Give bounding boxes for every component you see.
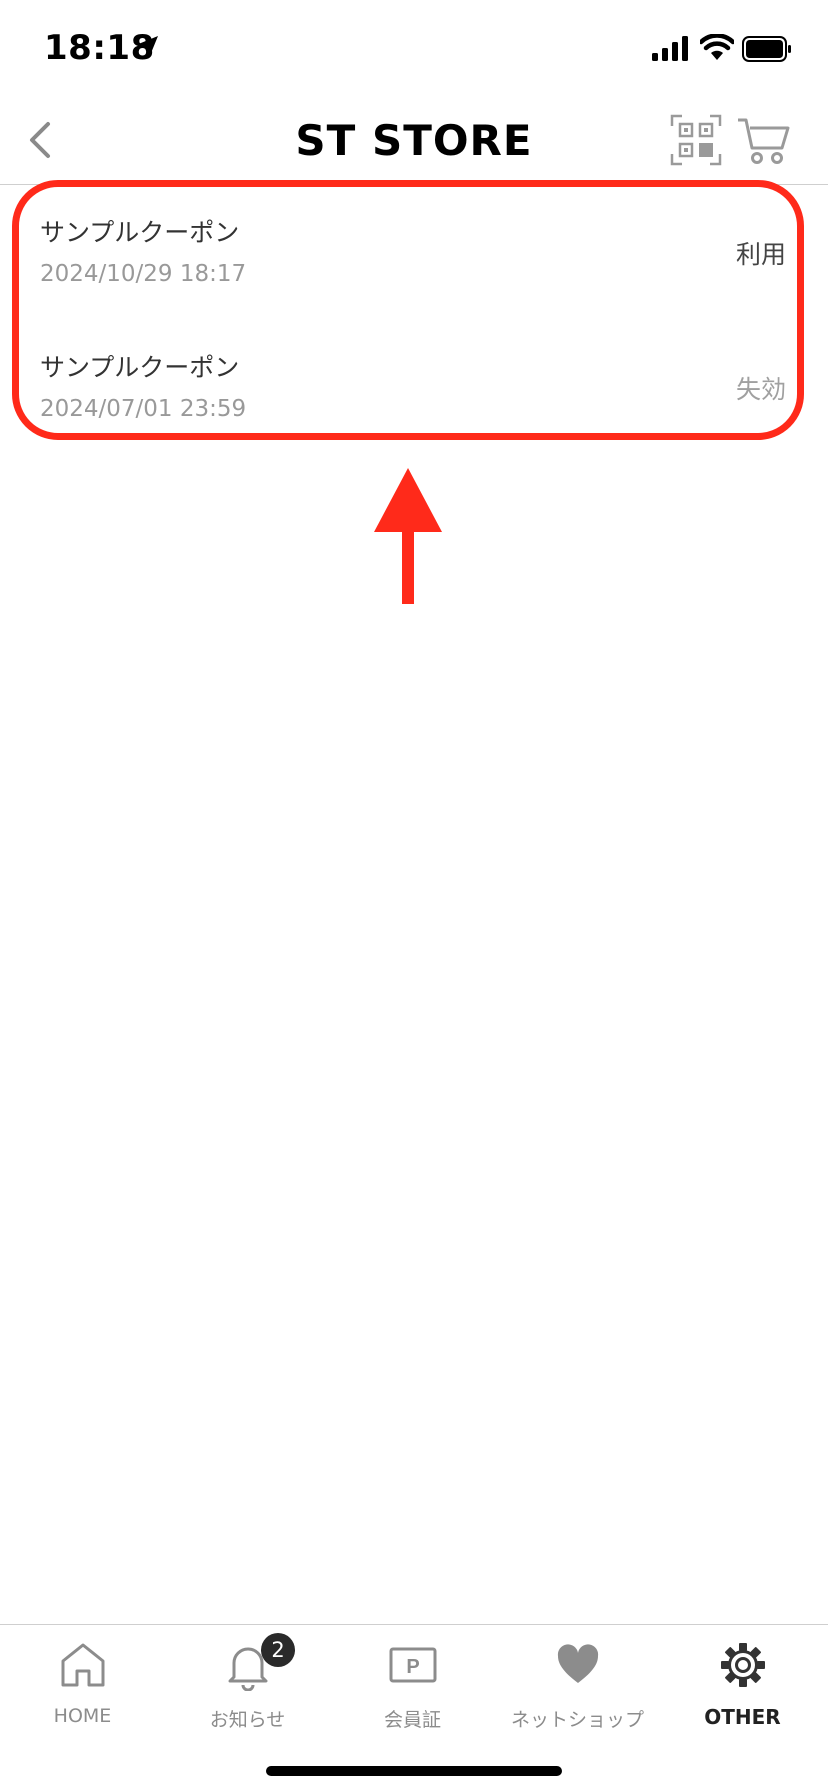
home-indicator — [266, 1766, 562, 1776]
tab-label: HOME — [53, 1705, 112, 1727]
cellular-signal-icon — [652, 36, 688, 61]
tab-member-card[interactable]: P 会員証 — [330, 1625, 495, 1745]
navigation-header: ST STORE — [0, 100, 828, 185]
gear-icon — [720, 1643, 765, 1687]
tab-news[interactable]: 2 お知らせ — [165, 1625, 330, 1745]
member-card-icon: P — [389, 1647, 436, 1683]
location-arrow-icon — [136, 36, 158, 58]
qr-code-icon[interactable] — [670, 114, 722, 166]
annotation-arrow-icon — [374, 468, 442, 604]
tab-net-shop[interactable]: ネットショップ — [495, 1625, 660, 1745]
notification-badge: 2 — [261, 1633, 295, 1667]
status-bar: 18:18 — [0, 0, 828, 100]
wifi-icon — [700, 34, 734, 60]
member-card-icon-text: P — [406, 1656, 419, 1678]
shopping-cart-icon[interactable] — [736, 114, 792, 166]
tab-other[interactable]: OTHER — [660, 1625, 825, 1745]
tab-home[interactable]: HOME — [0, 1625, 165, 1745]
home-icon — [61, 1643, 104, 1687]
annotation-highlight-box — [12, 180, 804, 440]
tab-bar: HOME 2 お知らせ P 会員証 ネットショップ OTHER — [0, 1624, 828, 1745]
tab-label: 会員証 — [383, 1709, 441, 1731]
battery-icon — [742, 36, 791, 62]
heart-icon — [557, 1644, 598, 1683]
tab-label: OTHER — [704, 1705, 781, 1729]
tab-label: お知らせ — [209, 1709, 286, 1731]
tab-label: ネットショップ — [510, 1709, 644, 1731]
